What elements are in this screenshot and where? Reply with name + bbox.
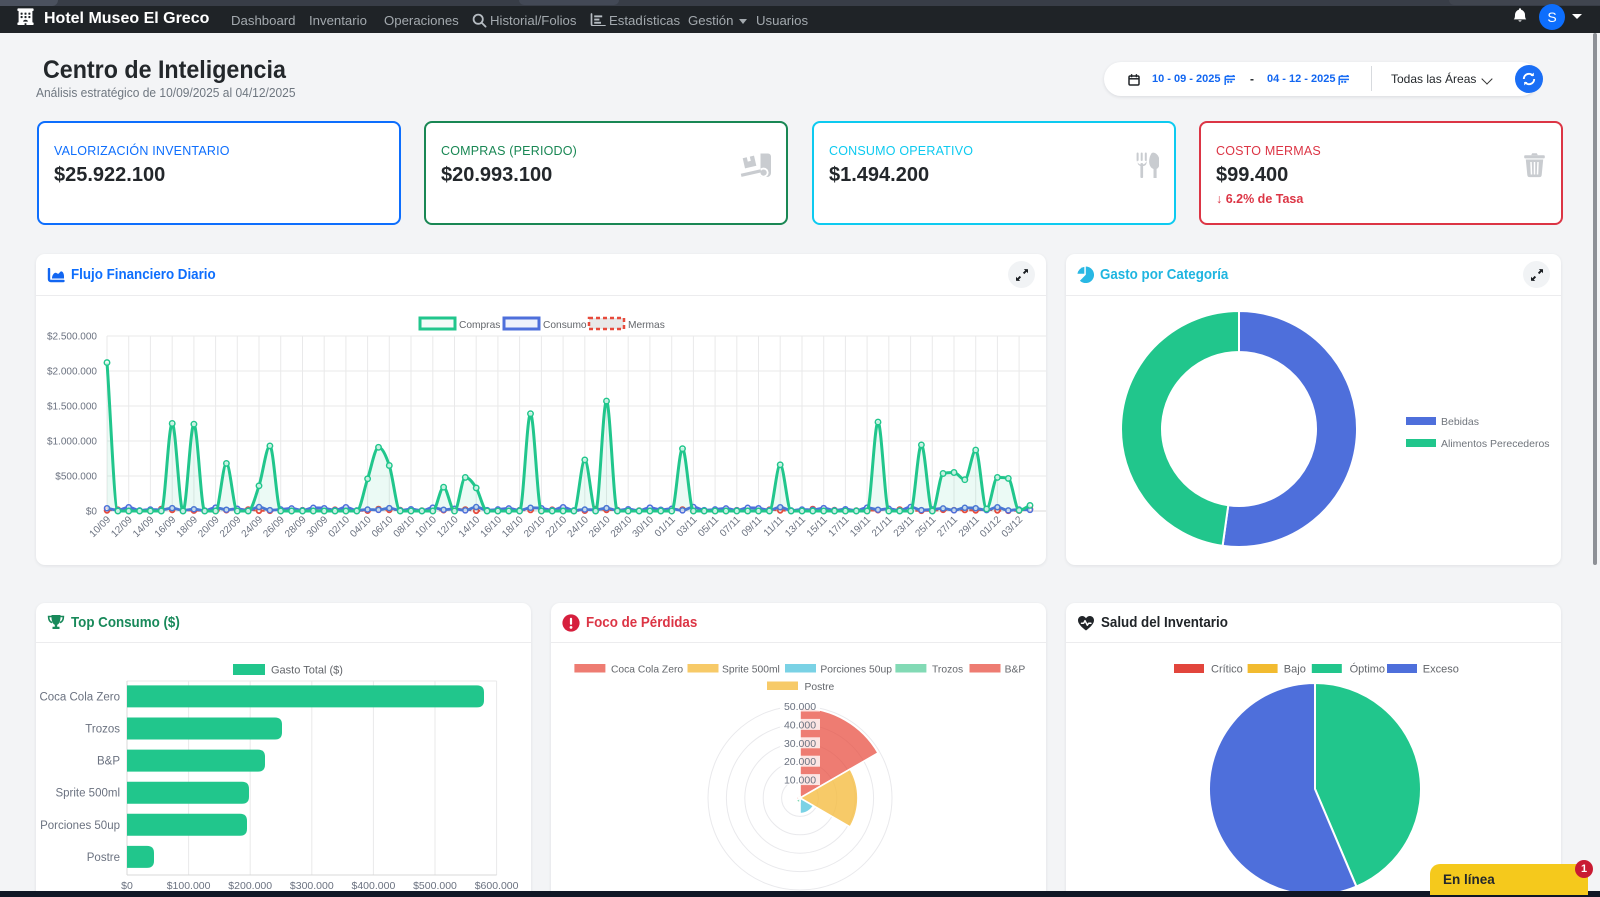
svg-text:20/10: 20/10 [522,514,548,540]
svg-text:18/10: 18/10 [500,514,526,540]
svg-text:08/10: 08/10 [392,514,418,540]
svg-text:02/10: 02/10 [327,514,353,540]
svg-text:Alimentos Perecederos: Alimentos Perecederos [1441,438,1550,450]
svg-text:04/10: 04/10 [348,514,374,540]
svg-text:Mermas: Mermas [628,320,665,331]
svg-text:Óptimo: Óptimo [1350,663,1385,676]
svg-text:17/11: 17/11 [827,514,852,539]
svg-text:18/09: 18/09 [175,514,201,540]
svg-text:10/10: 10/10 [413,514,439,540]
svg-text:03/12: 03/12 [1000,514,1026,540]
svg-text:Coca Cola Zero: Coca Cola Zero [39,691,120,703]
svg-text:Postre: Postre [87,852,120,864]
svg-text:$1.000.000: $1.000.000 [47,437,97,448]
svg-text:15/11: 15/11 [805,514,830,539]
svg-text:16/10: 16/10 [479,514,505,540]
svg-text:Exceso: Exceso [1423,664,1459,676]
svg-text:26/10: 26/10 [587,514,613,540]
svg-text:29/11: 29/11 [957,514,982,539]
svg-text:30/09: 30/09 [305,514,331,540]
svg-text:Gasto Total ($): Gasto Total ($) [271,665,343,677]
svg-text:50.000: 50.000 [784,701,816,713]
svg-text:Crítico: Crítico [1211,664,1243,676]
svg-text:19/11: 19/11 [848,514,873,539]
svg-text:Porciones 50up: Porciones 50up [820,665,892,676]
svg-text:27/11: 27/11 [935,514,960,539]
svg-text:16/09: 16/09 [153,514,179,540]
svg-text:13/11: 13/11 [783,514,808,539]
svg-text:Trozos: Trozos [85,724,120,736]
svg-text:22/10: 22/10 [544,514,570,540]
svg-text:28/09: 28/09 [283,514,309,540]
svg-text:B&P: B&P [97,756,120,768]
svg-text:B&P: B&P [1005,665,1026,676]
svg-text:Sprite 500ml: Sprite 500ml [55,788,120,800]
svg-text:24/09: 24/09 [240,514,266,540]
svg-text:26/09: 26/09 [261,514,287,540]
svg-text:20/09: 20/09 [196,514,222,540]
svg-text:14/09: 14/09 [131,514,157,540]
svg-text:20.000: 20.000 [784,756,816,768]
svg-text:07/11: 07/11 [718,514,743,539]
svg-text:Consumo: Consumo [543,320,587,331]
svg-text:$500.000: $500.000 [55,472,97,483]
svg-text:05/11: 05/11 [696,514,721,539]
svg-text:Compras: Compras [459,320,500,331]
svg-text:Trozos: Trozos [932,665,963,676]
svg-text:12/10: 12/10 [435,514,461,540]
svg-text:10/09: 10/09 [88,514,114,540]
svg-text:14/10: 14/10 [457,514,483,540]
svg-text:Bebidas: Bebidas [1441,416,1479,428]
svg-text:21/11: 21/11 [870,514,895,539]
svg-text:24/10: 24/10 [565,514,591,540]
svg-text:06/10: 06/10 [370,514,396,540]
svg-text:Sprite 500ml: Sprite 500ml [722,665,780,676]
svg-text:40.000: 40.000 [784,719,816,731]
svg-text:$2.500.000: $2.500.000 [47,332,97,343]
svg-text:$0: $0 [86,507,98,518]
svg-text:Bajo: Bajo [1284,664,1306,676]
svg-text:01/12: 01/12 [978,514,1004,540]
svg-text:Postre: Postre [805,682,835,693]
svg-text:12/09: 12/09 [109,514,135,540]
svg-text:30.000: 30.000 [784,738,816,750]
svg-text:$2.000.000: $2.000.000 [47,367,97,378]
svg-text:03/11: 03/11 [675,514,700,539]
svg-text:Coca Cola Zero: Coca Cola Zero [611,665,683,676]
svg-text:$1.500.000: $1.500.000 [47,402,97,413]
svg-text:30/10: 30/10 [631,514,657,540]
svg-text:11/11: 11/11 [762,514,787,539]
svg-text:22/09: 22/09 [218,514,244,540]
svg-text:23/11: 23/11 [892,514,917,539]
svg-text:28/10: 28/10 [609,514,635,540]
svg-text:Porciones 50up: Porciones 50up [40,820,120,832]
svg-text:09/11: 09/11 [740,514,765,539]
svg-text:10.000: 10.000 [784,775,816,787]
svg-text:25/11: 25/11 [913,514,938,539]
svg-text:01/11: 01/11 [653,514,678,539]
